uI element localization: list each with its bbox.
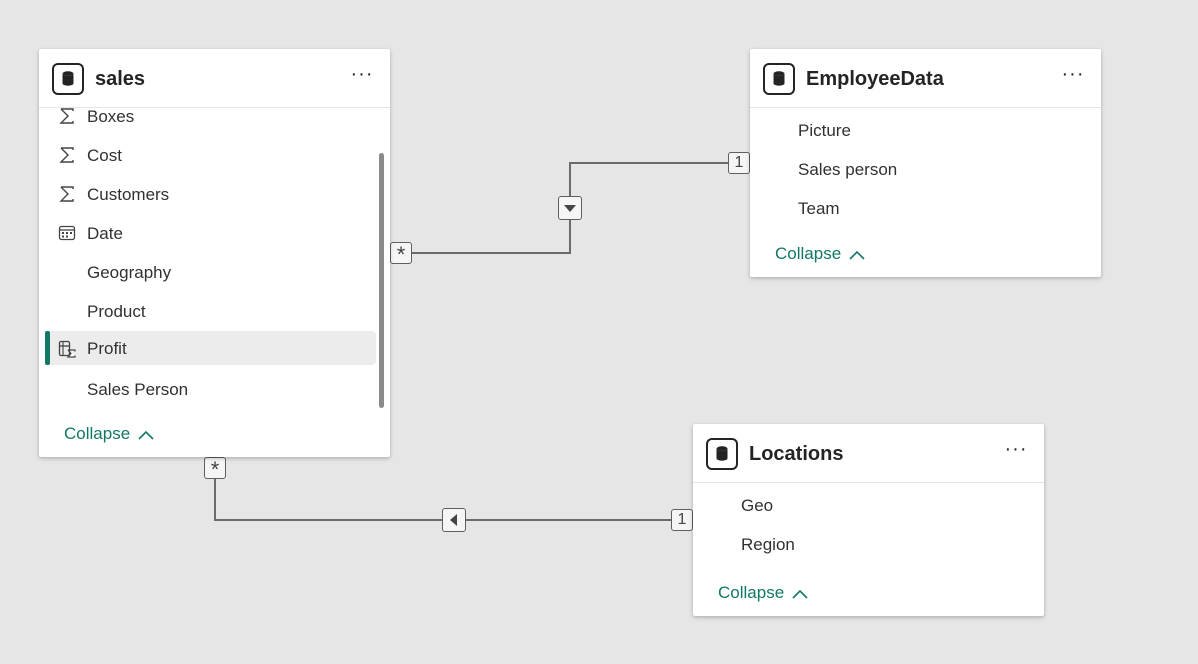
cardinality-many-marker[interactable]: * xyxy=(390,242,412,267)
cardinality-one-marker[interactable]: 1 xyxy=(728,152,750,174)
calendar-icon xyxy=(58,225,76,241)
cardinality-label: * xyxy=(210,457,220,482)
table-card-locations[interactable]: Locations ··· Geo Region Collapse xyxy=(693,424,1044,616)
field-item-boxes[interactable]: Boxes xyxy=(47,99,376,133)
filter-direction-marker[interactable] xyxy=(558,196,582,220)
chevron-up-icon xyxy=(138,430,154,440)
field-item-profit[interactable]: Profit xyxy=(45,331,376,365)
field-label: Product xyxy=(87,302,146,321)
field-item-date[interactable]: Date xyxy=(47,216,376,250)
field-label: Team xyxy=(798,199,840,218)
down-arrow-icon xyxy=(564,205,576,212)
collapse-label: Collapse xyxy=(64,424,131,443)
table-title: sales xyxy=(95,68,146,90)
table-card-sales[interactable]: sales ··· Boxes Cost Customers Date Geog… xyxy=(39,49,390,457)
cardinality-label: 1 xyxy=(677,511,687,528)
table-icon xyxy=(763,63,795,95)
field-label: Region xyxy=(741,535,795,554)
field-label: Boxes xyxy=(87,107,135,126)
chevron-up-icon xyxy=(849,250,865,260)
field-item-sales-person[interactable]: Sales person xyxy=(758,152,1087,186)
table-icon xyxy=(706,438,738,470)
field-label: Date xyxy=(87,224,123,243)
collapse-label: Collapse xyxy=(775,244,842,263)
collapse-button[interactable]: Collapse xyxy=(64,424,155,444)
field-item-geography[interactable]: Geography xyxy=(47,255,376,289)
more-options-button[interactable]: ··· xyxy=(350,64,374,89)
field-item-customers[interactable]: Customers xyxy=(47,177,376,211)
selection-indicator xyxy=(45,331,50,365)
field-label: Geo xyxy=(741,496,774,515)
table-header[interactable]: EmployeeData ··· xyxy=(750,49,1101,108)
field-item-cost[interactable]: Cost xyxy=(47,138,376,172)
more-options-button[interactable]: ··· xyxy=(1004,439,1028,464)
field-label: Sales person xyxy=(798,160,898,179)
table-card-employeedata[interactable]: EmployeeData ··· Picture Sales person Te… xyxy=(750,49,1101,277)
field-item-product[interactable]: Product xyxy=(47,294,376,328)
left-arrow-icon xyxy=(450,514,457,526)
field-label: Geography xyxy=(87,263,172,282)
scrollbar[interactable] xyxy=(379,153,384,408)
more-options-button[interactable]: ··· xyxy=(1061,64,1085,89)
sigma-icon xyxy=(59,186,74,202)
field-label: Cost xyxy=(87,146,122,165)
field-item-geo[interactable]: Geo xyxy=(701,488,1030,522)
field-item-region[interactable]: Region xyxy=(701,527,1030,561)
table-icon xyxy=(52,63,84,95)
sigma-icon xyxy=(59,147,74,163)
calculated-column-icon xyxy=(58,340,76,358)
cardinality-label: * xyxy=(396,242,406,267)
collapse-label: Collapse xyxy=(718,583,785,602)
field-item-sales-person[interactable]: Sales Person xyxy=(47,372,376,406)
field-label: Customers xyxy=(87,185,170,204)
table-title: Locations xyxy=(749,443,844,465)
filter-direction-marker[interactable] xyxy=(442,508,466,532)
table-header[interactable]: Locations ··· xyxy=(693,424,1044,483)
cardinality-many-marker[interactable]: * xyxy=(204,457,226,482)
field-label: Profit xyxy=(87,339,127,358)
collapse-button[interactable]: Collapse xyxy=(775,244,866,264)
field-label: Sales Person xyxy=(87,380,189,399)
field-label: Picture xyxy=(798,121,851,140)
chevron-up-icon xyxy=(792,589,808,599)
field-item-picture[interactable]: Picture xyxy=(758,113,1087,147)
cardinality-one-marker[interactable]: 1 xyxy=(671,509,693,531)
collapse-button[interactable]: Collapse xyxy=(718,583,809,603)
cardinality-label: 1 xyxy=(734,154,744,171)
field-item-team[interactable]: Team xyxy=(758,191,1087,225)
model-diagram-canvas[interactable]: * 1 * 1 sales ··· Boxes Cost Customers D… xyxy=(0,0,1198,664)
table-title: EmployeeData xyxy=(806,68,944,90)
sigma-icon xyxy=(59,108,74,124)
